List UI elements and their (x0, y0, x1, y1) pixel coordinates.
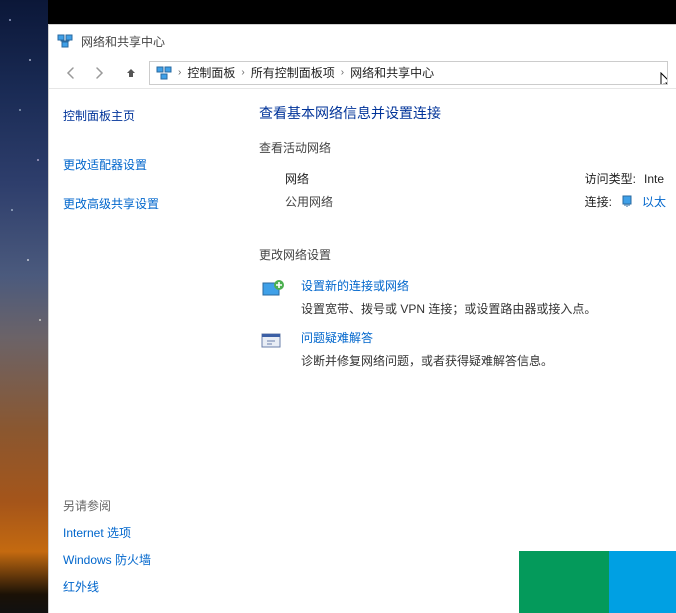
setup-connection-icon (259, 277, 287, 305)
sidebar: 控制面板主页 更改适配器设置 更改高级共享设置 另请参阅 Internet 选项… (49, 89, 259, 613)
chevron-right-icon: › (341, 67, 344, 78)
footer-color-blocks (519, 551, 676, 613)
control-panel-home-link[interactable]: 控制面板主页 (63, 107, 245, 124)
page-heading: 查看基本网络信息并设置连接 (259, 103, 666, 123)
navbar: › 控制面板 › 所有控制面板项 › 网络和共享中心 (49, 57, 676, 89)
color-block (609, 551, 676, 613)
setup-new-connection-link[interactable]: 设置新的连接或网络 (301, 277, 596, 294)
access-type-label: 访问类型: (585, 170, 636, 187)
windows-firewall-link[interactable]: Windows 防火墙 (63, 551, 245, 568)
chevron-right-icon: › (178, 67, 181, 78)
main-panel: 查看基本网络信息并设置连接 查看活动网络 网络 公用网络 访问类型: Inte … (259, 89, 676, 613)
change-advanced-sharing-link[interactable]: 更改高级共享设置 (63, 195, 245, 212)
troubleshoot-icon (259, 329, 287, 357)
internet-options-link[interactable]: Internet 选项 (63, 524, 245, 541)
troubleshoot-desc: 诊断并修复网络问题，或者获得疑难解答信息。 (301, 352, 553, 369)
address-bar[interactable]: › 控制面板 › 所有控制面板项 › 网络和共享中心 (149, 61, 668, 85)
control-panel-window: 网络和共享中心 › 控制面板 › 所有控制面板项 › 网络和共享中心 (48, 24, 676, 613)
troubleshoot-link[interactable]: 问题疑难解答 (301, 329, 553, 346)
back-button[interactable] (61, 63, 81, 83)
breadcrumb-item[interactable]: 所有控制面板项 (251, 64, 335, 81)
see-also-heading: 另请参阅 (63, 497, 245, 514)
troubleshoot-row: 问题疑难解答 诊断并修复网络问题，或者获得疑难解答信息。 (259, 329, 666, 369)
network-name: 网络 (285, 170, 485, 187)
change-network-settings-label: 更改网络设置 (259, 246, 666, 263)
chevron-right-icon: › (241, 67, 244, 78)
titlebar: 网络和共享中心 (49, 25, 676, 57)
see-also-section: 另请参阅 Internet 选项 Windows 防火墙 红外线 (63, 497, 245, 595)
connection-label: 连接: (585, 193, 612, 210)
network-center-icon (57, 33, 73, 49)
breadcrumb-item[interactable]: 网络和共享中心 (350, 64, 434, 81)
content-area: 控制面板主页 更改适配器设置 更改高级共享设置 另请参阅 Internet 选项… (49, 89, 676, 613)
setup-new-connection-row: 设置新的连接或网络 设置宽带、拨号或 VPN 连接；或设置路由器或接入点。 (259, 277, 666, 317)
ethernet-icon (620, 195, 634, 209)
active-network-row: 网络 公用网络 访问类型: Inte 连接: 以太 (285, 170, 666, 216)
active-networks-label: 查看活动网络 (259, 139, 666, 156)
mouse-cursor-icon (660, 72, 668, 85)
change-adapter-settings-link[interactable]: 更改适配器设置 (63, 156, 245, 173)
connection-link[interactable]: 以太 (642, 193, 666, 210)
window-title: 网络和共享中心 (81, 33, 165, 50)
network-center-icon (156, 65, 172, 81)
color-block (519, 551, 609, 613)
infrared-link[interactable]: 红外线 (63, 578, 245, 595)
forward-button[interactable] (89, 63, 109, 83)
network-type: 公用网络 (285, 193, 485, 210)
up-button[interactable] (121, 63, 141, 83)
access-type-value: Inte (644, 172, 664, 186)
setup-new-connection-desc: 设置宽带、拨号或 VPN 连接；或设置路由器或接入点。 (301, 300, 596, 317)
breadcrumb-item[interactable]: 控制面板 (187, 64, 235, 81)
desktop-wallpaper (0, 0, 48, 613)
